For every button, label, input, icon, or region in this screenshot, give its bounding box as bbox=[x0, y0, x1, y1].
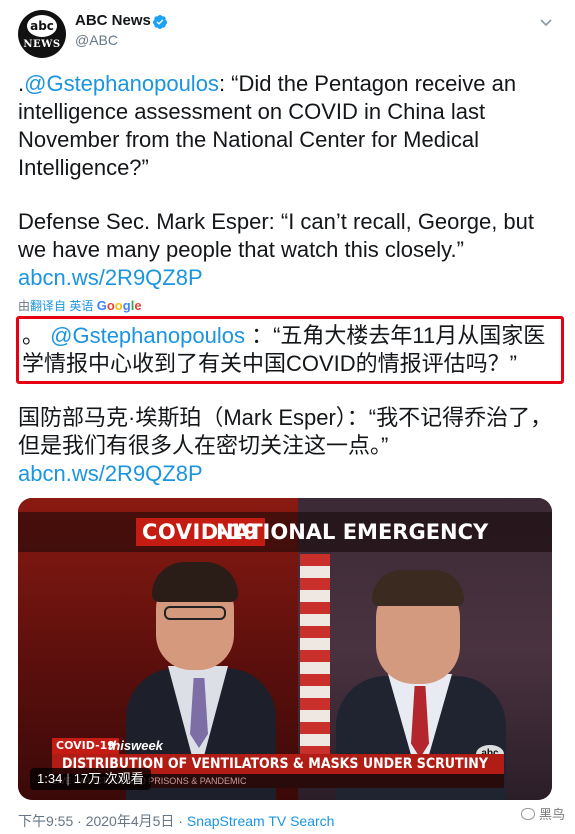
tweet-footer: 下午9:55 · 2020年4月5日 · SnapStream TV Searc… bbox=[18, 811, 334, 831]
host-hair bbox=[152, 562, 238, 602]
video-views: 17万 次观看 bbox=[73, 771, 144, 786]
national-emergency-banner: NATIONAL EMERGENCY bbox=[216, 520, 489, 544]
overlay-separator: | bbox=[66, 771, 70, 786]
verified-badge-icon bbox=[153, 15, 167, 29]
guest-hair bbox=[372, 570, 464, 606]
translated-mention-link[interactable]: @Gstephanopoulos bbox=[50, 323, 245, 348]
video-player[interactable]: COVID-19 NATIONAL EMERGENCY COVID-19 thi… bbox=[18, 498, 552, 800]
avatar-abc-logo: abc bbox=[27, 15, 57, 37]
account-name[interactable]: ABC News bbox=[75, 12, 151, 29]
tweet-source-link[interactable]: SnapStream TV Search bbox=[187, 813, 335, 829]
translated-answer: 国防部马克·埃斯珀（Mark Esper）：“我不记得乔治了，但是我们有很多人在… bbox=[18, 405, 553, 458]
watermark-text: 黑鸟 bbox=[538, 807, 565, 822]
chevron-down-icon[interactable] bbox=[538, 14, 554, 30]
tweet-question: .@Gstephanopoulos: “Did the Pentagon rec… bbox=[18, 70, 558, 182]
translated-question: 。 @Gstephanopoulos ：“五角大楼去年11月从国家医学情报中心收… bbox=[22, 322, 562, 378]
show-name: thisweek bbox=[108, 738, 163, 753]
avatar[interactable]: abc NEWS bbox=[18, 10, 66, 58]
video-stats-overlay: 1:34 | 17万 次观看 bbox=[30, 768, 151, 790]
translated-link[interactable]: abcn.ws/2R9QZ8P bbox=[18, 460, 558, 488]
mention-link[interactable]: @Gstephanopoulos bbox=[24, 71, 219, 96]
account-handle[interactable]: @ABC bbox=[75, 32, 118, 48]
translation-attribution: 由翻译自 英语 Google bbox=[18, 297, 142, 314]
tweet-answer: Defense Sec. Mark Esper: “I can’t recall… bbox=[18, 209, 535, 262]
tweet-link[interactable]: abcn.ws/2R9QZ8P bbox=[18, 264, 558, 292]
translation-source-link[interactable]: 翻译自 英语 bbox=[30, 299, 93, 313]
avatar-news-label: NEWS bbox=[23, 39, 61, 50]
google-logo: Google bbox=[96, 298, 142, 313]
wechat-icon bbox=[520, 808, 535, 820]
translated-prefix: 。 bbox=[22, 323, 45, 348]
video-duration: 1:34 bbox=[37, 771, 63, 786]
flag-image bbox=[300, 554, 330, 754]
tweet-timestamp[interactable]: 下午9:55 · 2020年4月5日 · bbox=[18, 813, 187, 829]
watermark: 黑鸟 bbox=[520, 804, 565, 823]
translation-by: 由 bbox=[18, 299, 31, 313]
tweet-header: abc NEWS ABC News @ABC bbox=[18, 10, 558, 60]
host-glasses bbox=[164, 606, 226, 620]
